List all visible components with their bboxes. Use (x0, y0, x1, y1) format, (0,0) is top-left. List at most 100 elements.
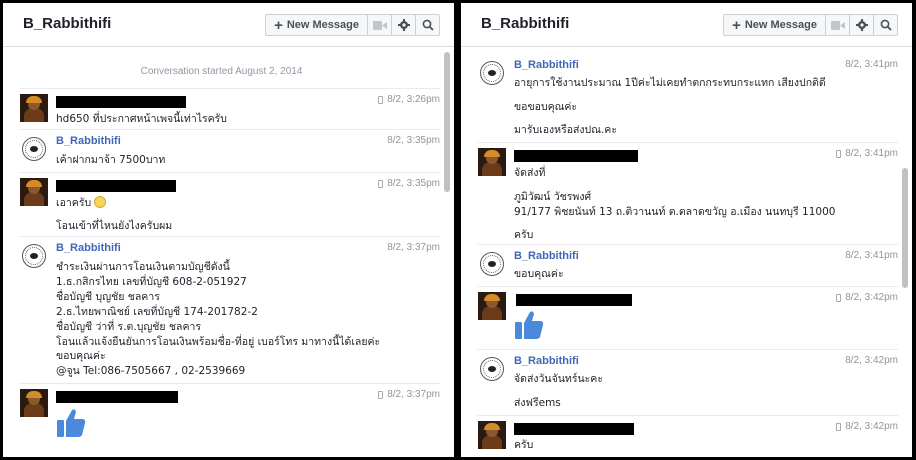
video-call-button[interactable] (367, 14, 392, 36)
message-text: มารับเองหรือส่งปณ.คะ (514, 124, 617, 136)
scrollbar[interactable] (443, 50, 451, 455)
message-list: Conversation started August 2, 2014 8/2,… (3, 48, 440, 457)
redacted-sender-name (56, 391, 178, 403)
sender-name[interactable]: B_Rabbithifi (56, 135, 121, 147)
sender-name[interactable]: B_Rabbithifi (514, 59, 579, 71)
avatar[interactable] (478, 421, 506, 449)
search-button[interactable] (873, 14, 898, 36)
redacted-sender-name (514, 423, 634, 435)
divider (19, 129, 440, 130)
phone-icon (378, 179, 384, 188)
new-message-label: New Message (744, 19, 817, 31)
redacted-sender-name (56, 180, 176, 192)
message-text: จัดส่งที่ (514, 167, 546, 179)
conversation-title: B_Rabbithifi (23, 15, 112, 32)
message-timestamp: 8/2, 3:37pm (387, 242, 440, 253)
avatar[interactable] (478, 59, 506, 87)
divider (19, 236, 440, 237)
scrollbar-thumb[interactable] (444, 52, 450, 192)
header-toolbar: + New Message (265, 14, 440, 36)
message-text: เค้าฝากมาจ้า 7500บาท (56, 154, 166, 166)
sender-name[interactable]: B_Rabbithifi (56, 242, 121, 254)
message-list: B_Rabbithifi 8/2, 3:41pm อายุการใช้งานปร… (461, 48, 898, 457)
message-text: จัดส่งวันจันทร์นะคะ (514, 373, 603, 385)
settings-button[interactable] (391, 14, 416, 36)
conversation-header: B_Rabbithifi + New Message (3, 3, 454, 47)
message-text: ครับ (514, 439, 534, 451)
message-timestamp: 8/2, 3:42pm (836, 421, 898, 432)
message-text: ขอบคุณค่ะ (514, 268, 564, 280)
search-button[interactable] (415, 14, 440, 36)
right-conversation-panel: B_Rabbithifi + New Message B_Rabbithifi … (461, 3, 912, 457)
redacted-sender-name (56, 96, 186, 108)
message-text: โอนเข้าที่ไหนยังไงครับผม (56, 220, 173, 232)
phone-icon (836, 422, 842, 431)
message-timestamp: 8/2, 3:35pm (387, 135, 440, 146)
new-message-label: New Message (286, 19, 359, 31)
message-text: hd650 ที่ประกาศหน้าเพจนี้เท่าไรครับ (56, 113, 227, 125)
avatar[interactable] (20, 135, 48, 163)
phone-icon (378, 95, 384, 104)
gear-icon (397, 19, 410, 31)
scrollbar-thumb[interactable] (902, 168, 908, 288)
divider (477, 349, 898, 350)
conversation-start-label: Conversation started August 2, 2014 (140, 66, 303, 77)
message-timestamp: 8/2, 3:41pm (836, 148, 898, 159)
video-camera-icon (830, 20, 845, 30)
phone-icon (836, 293, 842, 302)
thumbs-up-icon (56, 407, 86, 443)
message-timestamp: 8/2, 3:42pm (836, 292, 898, 303)
plus-icon: + (732, 16, 741, 34)
avatar[interactable] (20, 178, 48, 206)
avatar[interactable] (478, 355, 506, 383)
divider (477, 244, 898, 245)
message-text: @จูน Tel:086-7505667 , 02-2539669 (56, 365, 246, 377)
message-timestamp: 8/2, 3:35pm (378, 178, 440, 189)
avatar[interactable] (20, 389, 48, 417)
sender-name[interactable]: B_Rabbithifi (514, 250, 579, 262)
message-timestamp: 8/2, 3:41pm (845, 250, 898, 261)
header-toolbar: + New Message (723, 14, 898, 36)
divider (477, 286, 898, 287)
message-text: 91/177 พิชยนันท์ 13 ถ.ติวานนท์ ต.ตลาดขวั… (514, 206, 836, 218)
avatar[interactable] (478, 250, 506, 278)
video-call-button[interactable] (825, 14, 850, 36)
message-timestamp: 8/2, 3:26pm (378, 94, 440, 105)
message-timestamp: 8/2, 3:41pm (845, 59, 898, 70)
video-camera-icon (372, 20, 387, 30)
message-text: อายุการใช้งานประมาณ 1ปีค่ะไม่เคยทำตกกระท… (514, 77, 826, 89)
gear-icon (855, 19, 868, 31)
settings-button[interactable] (849, 14, 874, 36)
thumbs-up-icon (514, 309, 544, 345)
new-message-button[interactable]: + New Message (723, 14, 826, 36)
divider (477, 142, 898, 143)
smile-emoji-icon (94, 196, 107, 208)
search-icon (422, 19, 434, 31)
scrollbar[interactable] (901, 50, 909, 455)
avatar[interactable] (20, 94, 48, 122)
avatar[interactable] (478, 148, 506, 176)
divider (19, 172, 440, 173)
phone-icon (378, 390, 384, 399)
redacted-sender-name (514, 150, 638, 162)
divider (477, 415, 898, 416)
left-conversation-panel: B_Rabbithifi + New Message Conversation … (3, 3, 454, 457)
redacted-sender-name (516, 294, 632, 306)
message-text: ส่งฟรีems (514, 397, 561, 409)
phone-icon (836, 149, 842, 158)
divider (19, 383, 440, 384)
message-timestamp: 8/2, 3:37pm (378, 389, 440, 400)
new-message-button[interactable]: + New Message (265, 14, 368, 36)
message-text: เอาครับ (56, 194, 107, 211)
avatar[interactable] (478, 292, 506, 320)
conversation-header: B_Rabbithifi + New Message (461, 3, 912, 47)
message-text: ครับ (514, 229, 534, 241)
message-text: ขอขอบคุณค่ะ (514, 101, 578, 113)
plus-icon: + (274, 16, 283, 34)
search-icon (880, 19, 892, 31)
conversation-title: B_Rabbithifi (481, 15, 570, 32)
message-timestamp: 8/2, 3:42pm (845, 355, 898, 366)
avatar[interactable] (20, 242, 48, 270)
sender-name[interactable]: B_Rabbithifi (514, 355, 579, 367)
divider (19, 88, 440, 89)
